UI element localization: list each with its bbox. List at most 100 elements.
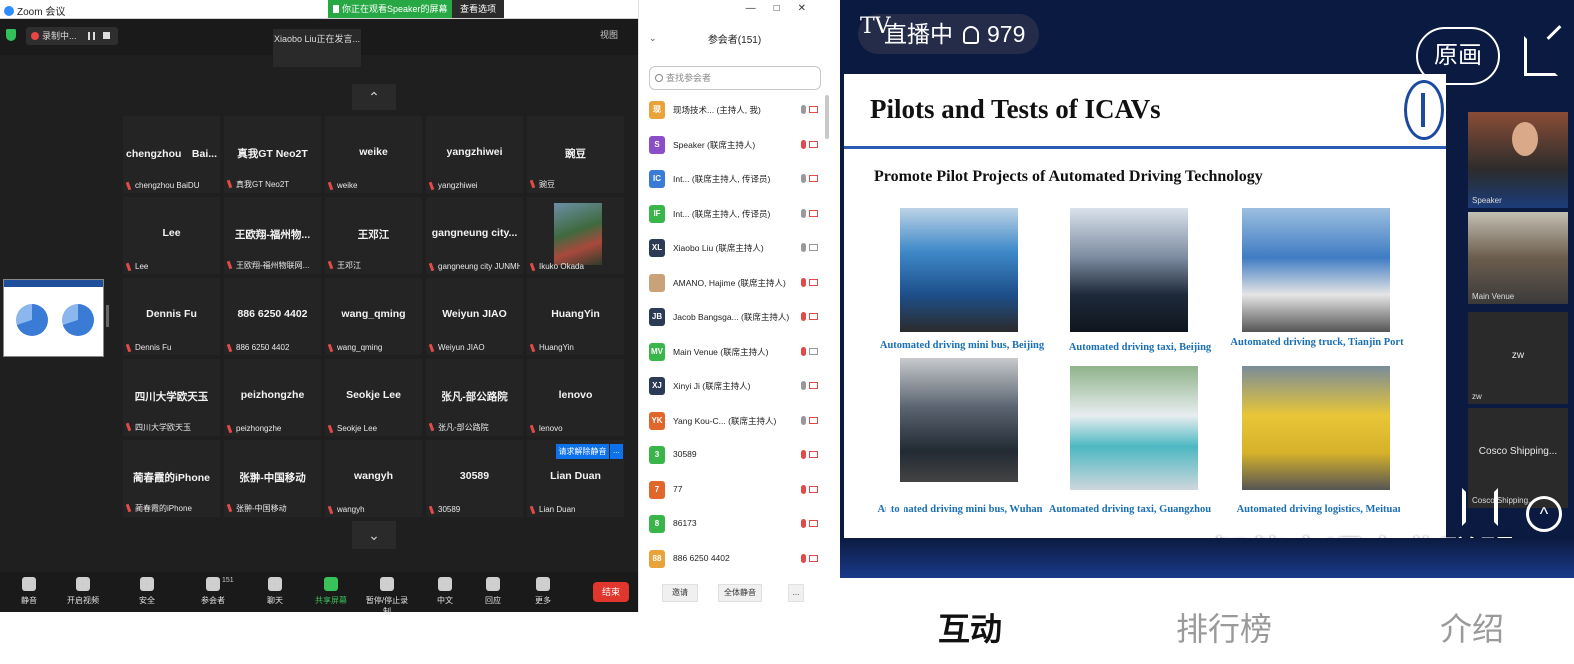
- pause-icon[interactable]: [886, 490, 904, 528]
- participant-tile[interactable]: 四川大学欧天玉 四川大学欧天玉: [123, 359, 220, 436]
- mic-icon[interactable]: [801, 174, 806, 183]
- participant-tile[interactable]: 张翀-中国移动 张翀-中国移动: [224, 440, 321, 517]
- pause-recording-icon[interactable]: [88, 32, 95, 40]
- participant-tile[interactable]: 张凡-部公路院 张凡-部公路院: [426, 359, 523, 436]
- camera-off-icon[interactable]: [809, 175, 818, 182]
- participant-row[interactable]: IF Int... (联席主持人, 传译员): [649, 203, 821, 227]
- tab-interaction[interactable]: 互动: [938, 604, 1002, 650]
- toolbar-button-reaction[interactable]: 回应: [468, 574, 518, 610]
- minimize-icon[interactable]: —: [746, 3, 774, 14]
- participant-row[interactable]: 3 30589: [649, 444, 821, 468]
- mic-icon[interactable]: [801, 208, 806, 218]
- participant-tile[interactable]: Lee Lee: [123, 197, 220, 274]
- toolbar-button-mic[interactable]: 静音: [4, 574, 54, 610]
- participant-row[interactable]: 88 886 6250 4402: [649, 548, 821, 572]
- camera-off-icon[interactable]: [809, 554, 818, 562]
- mic-muted-icon[interactable]: [801, 312, 806, 321]
- participant-tile[interactable]: weike weike: [325, 116, 422, 193]
- mic-muted-icon[interactable]: [801, 450, 806, 459]
- participant-row[interactable]: JB Jacob Bangsga... (联席主持人): [649, 306, 821, 330]
- toolbar-button-shield[interactable]: 安全: [122, 574, 172, 610]
- mic-muted-icon[interactable]: [801, 519, 806, 528]
- fullscreen-icon[interactable]: [1462, 488, 1498, 526]
- participant-tile[interactable]: wang_qming wang_qming: [325, 278, 422, 355]
- participant-tile[interactable]: 886 6250 4402 886 6250 4402: [224, 278, 321, 355]
- view-button[interactable]: 视图: [600, 28, 618, 41]
- camera-off-icon[interactable]: [809, 520, 818, 527]
- participant-row[interactable]: MV Main Venue (联席主持人): [649, 341, 821, 365]
- camera-off-icon[interactable]: [809, 278, 818, 286]
- panel-more-button[interactable]: ...: [788, 584, 804, 602]
- mic-icon[interactable]: [801, 415, 806, 425]
- camera-off-icon[interactable]: [809, 106, 818, 113]
- camera-icon[interactable]: [809, 347, 818, 355]
- camera-off-icon[interactable]: [809, 416, 818, 424]
- invite-button[interactable]: 邀请: [662, 584, 698, 602]
- mic-muted-icon[interactable]: [801, 484, 806, 494]
- participant-tile[interactable]: 真我GT Neo2T 真我GT Neo2T: [224, 116, 321, 193]
- toolbar-button-video-off[interactable]: 开启视频: [58, 574, 108, 610]
- toolbar-button-record-control[interactable]: 暂停/停止录制: [362, 574, 412, 616]
- participant-row[interactable]: S Speaker (联席主持人): [649, 134, 821, 158]
- gallery-scroll-up-button[interactable]: ⌃: [352, 84, 396, 110]
- thumbnail-resize-handle[interactable]: [106, 305, 109, 327]
- participant-tile[interactable]: 豌豆 豌豆: [527, 116, 624, 193]
- participant-row[interactable]: 现现场技术... (主持人, 我): [649, 99, 821, 123]
- participant-tile[interactable]: Weiyun JIAO Weiyun JIAO: [426, 278, 523, 355]
- participant-tile[interactable]: chengzhou Bai... chengzhou BaiDU: [123, 116, 220, 193]
- camera-off-icon[interactable]: [809, 209, 818, 217]
- mic-muted-icon[interactable]: [801, 277, 806, 287]
- toolbar-button-participants[interactable]: 151 参会者: [188, 574, 238, 610]
- security-shield-icon[interactable]: [6, 29, 16, 41]
- gallery-scroll-down-button[interactable]: ⌄: [352, 521, 396, 549]
- mic-muted-icon[interactable]: [801, 346, 806, 356]
- camera-off-icon[interactable]: [809, 313, 818, 320]
- participant-row[interactable]: 7 77: [649, 479, 821, 503]
- participant-row[interactable]: XL Xiaobo Liu (联席主持人): [649, 237, 821, 261]
- participant-tile[interactable]: lenovo lenovo: [527, 359, 624, 436]
- volume-icon[interactable]: [1400, 490, 1432, 526]
- camera-off-icon[interactable]: [809, 485, 818, 493]
- share-expand-icon[interactable]: [1524, 36, 1558, 76]
- toolbar-button-chat[interactable]: 聊天: [250, 574, 300, 610]
- mic-icon[interactable]: [801, 381, 806, 390]
- participant-tile[interactable]: 30589 30589: [426, 440, 523, 517]
- participant-row[interactable]: 8 86173: [649, 513, 821, 537]
- stop-recording-icon[interactable]: [103, 32, 110, 39]
- toolbar-button-share-screen[interactable]: 共享屏幕: [306, 574, 356, 610]
- camera-off-icon[interactable]: [809, 451, 818, 458]
- mic-muted-icon[interactable]: [801, 139, 806, 149]
- participant-tile[interactable]: wangyh wangyh: [325, 440, 422, 517]
- tab-leaderboard[interactable]: 排行榜: [1176, 604, 1272, 650]
- participant-search-input[interactable]: 查找参会者: [649, 66, 821, 90]
- participant-tile[interactable]: Ikuko Okada: [527, 197, 624, 274]
- chevron-up-icon[interactable]: ^: [1526, 496, 1562, 532]
- participant-row[interactable]: YK Yang Kou-C... (联席主持人): [649, 410, 821, 434]
- participant-tile[interactable]: peizhongzhe peizhongzhe: [224, 359, 321, 436]
- participant-list-scrollbar[interactable]: [825, 95, 829, 139]
- participant-row[interactable]: XJ Xinyi Ji (联席主持人): [649, 375, 821, 399]
- toolbar-button-more[interactable]: 更多: [518, 574, 568, 610]
- view-options-button[interactable]: 查看选项: [452, 0, 504, 18]
- participant-tile[interactable]: 蔺春霞的iPhone 蔺春霞的iPhone: [123, 440, 220, 517]
- mute-all-button[interactable]: 全体静音: [718, 584, 762, 602]
- mic-icon[interactable]: [801, 243, 806, 252]
- mic-muted-icon[interactable]: [801, 553, 806, 563]
- participant-tile[interactable]: yangzhiwei yangzhiwei: [426, 116, 523, 193]
- toolbar-button-language[interactable]: 中文: [420, 574, 470, 610]
- mic-icon[interactable]: [801, 105, 806, 114]
- close-icon[interactable]: ✕: [798, 3, 824, 14]
- maximize-icon[interactable]: □: [774, 3, 798, 14]
- tab-introduction[interactable]: 介绍: [1440, 604, 1504, 650]
- camera-off-icon[interactable]: [809, 382, 818, 389]
- participant-tile[interactable]: 王欧翔-福州物... 王欧翔-福州物联网...: [224, 197, 321, 274]
- participant-row[interactable]: IC Int... (联席主持人, 传译员): [649, 168, 821, 192]
- camera-off-icon[interactable]: [809, 140, 818, 148]
- request-unmute-button[interactable]: 请求解除静音: [556, 444, 609, 459]
- panel-window-controls[interactable]: —□✕: [746, 3, 824, 14]
- participant-row[interactable]: AMANO, Hajime (联席主持人): [649, 272, 821, 296]
- end-meeting-button[interactable]: 结束: [593, 582, 629, 602]
- camera-icon[interactable]: [809, 244, 818, 251]
- unmute-more-button[interactable]: ...: [610, 444, 623, 459]
- shared-screen-thumbnail[interactable]: [3, 279, 104, 357]
